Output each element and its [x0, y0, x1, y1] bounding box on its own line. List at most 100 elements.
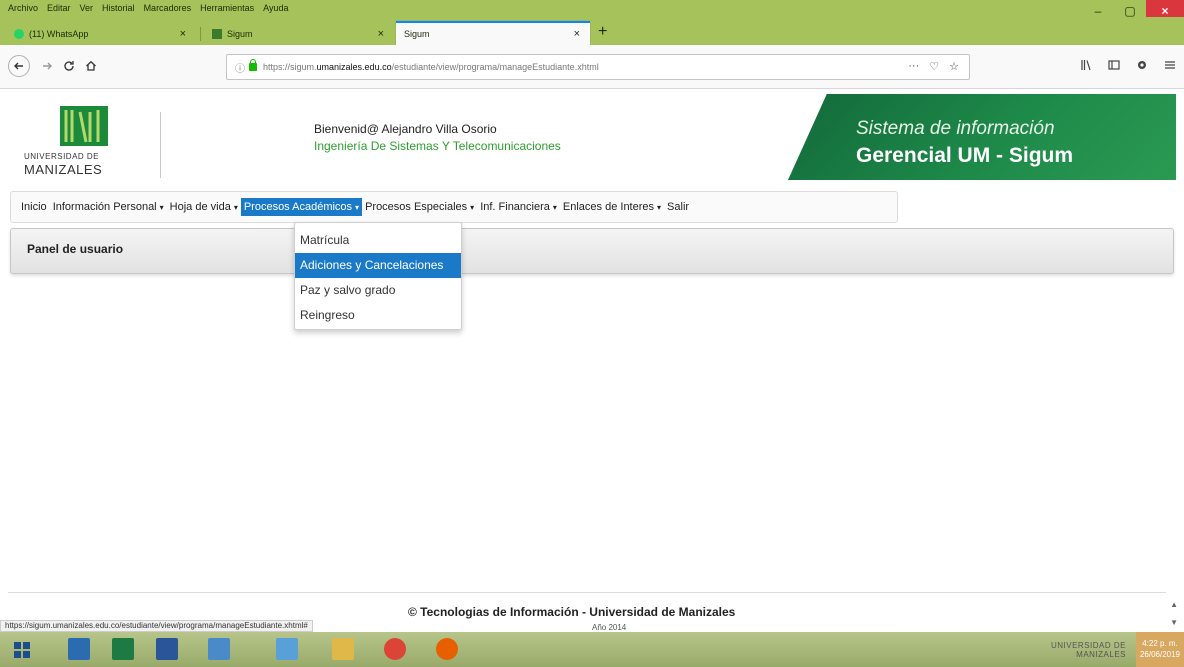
- folder-icon[interactable]: [332, 638, 354, 660]
- menu-hoja-de-vida[interactable]: Hoja de vida ▾: [167, 198, 241, 216]
- close-tab-icon[interactable]: ×: [574, 28, 580, 40]
- browser-menu-bar: Archivo Editar Ver Historial Marcadores …: [8, 3, 288, 13]
- menu-procesos-especiales[interactable]: Procesos Especiales ▾: [362, 198, 477, 216]
- panel-title: Panel de usuario: [27, 242, 124, 256]
- tab-title: Sigum: [227, 29, 253, 39]
- url-prefix: https://sigum.: [263, 62, 317, 72]
- program-name: Ingeniería De Sistemas Y Telecomunicacio…: [314, 139, 561, 153]
- app-icon-2[interactable]: [276, 638, 298, 660]
- logo-text-line1: UNIVERSIDAD DE: [24, 152, 100, 161]
- menu-salir[interactable]: Salir: [664, 198, 692, 216]
- app-icon[interactable]: [208, 638, 230, 660]
- main-menu: Inicio Información Personal ▾ Hoja de vid…: [10, 191, 898, 223]
- page-actions-icon[interactable]: ···: [908, 60, 919, 73]
- caret-down-icon: ▾: [233, 203, 238, 212]
- university-logo[interactable]: UNIVERSIDAD DE MANIZALES: [20, 100, 161, 180]
- windows-taskbar: UNIVERSIDAD DE MANIZALES 4:22 p. m. 26/0…: [0, 632, 1184, 667]
- welcome-text: Bienvenid@ Alejandro Villa Osorio: [314, 122, 497, 136]
- menu-editar[interactable]: Editar: [47, 3, 71, 13]
- scroll-up-icon[interactable]: ▲: [1170, 596, 1178, 614]
- menu-ver[interactable]: Ver: [80, 3, 94, 13]
- taskbar-clock[interactable]: 4:22 p. m. 26/06/2019: [1136, 632, 1184, 667]
- word-icon[interactable]: [156, 638, 178, 660]
- new-tab-button[interactable]: +: [598, 23, 607, 41]
- menu-inicio[interactable]: Inicio: [18, 198, 50, 216]
- sigum-favicon-icon: [212, 29, 222, 39]
- chrome-icon[interactable]: [384, 638, 406, 660]
- clock-time: 4:22 p. m.: [1142, 639, 1178, 648]
- tab-sigum-active[interactable]: Sigum ×: [396, 21, 590, 45]
- home-icon: [86, 60, 96, 71]
- tab-sigum-1[interactable]: Sigum ×: [204, 23, 394, 45]
- bookmark-star-icon[interactable]: ☆: [949, 60, 959, 73]
- tray-logo-line2: MANIZALES: [1076, 649, 1126, 659]
- dropdown-item-reingreso[interactable]: Reingreso: [295, 303, 461, 328]
- dropdown-item-matricula[interactable]: Matrícula: [295, 228, 461, 253]
- caret-down-icon: ▾: [657, 203, 662, 212]
- menu-herramientas[interactable]: Herramientas: [200, 3, 254, 13]
- menu-label: Inicio: [21, 201, 47, 213]
- scroll-down-icon[interactable]: ▼: [1170, 614, 1178, 632]
- clock-date: 26/06/2019: [1139, 650, 1181, 659]
- tab-title: (11) WhatsApp: [29, 29, 89, 39]
- tray-university-logo: UNIVERSIDAD DE MANIZALES: [1051, 641, 1126, 659]
- university-logo-mark: [60, 106, 108, 146]
- url-bar[interactable]: ⓘ https://sigum.umanizales.edu.co/estudi…: [226, 54, 970, 80]
- menu-inf-financiera[interactable]: Inf. Financiera ▾: [477, 198, 560, 216]
- extension-icon[interactable]: [1136, 59, 1148, 71]
- info-icon[interactable]: ⓘ: [235, 60, 245, 75]
- menu-archivo[interactable]: Archivo: [8, 3, 38, 13]
- status-bar-link: https://sigum.umanizales.edu.co/estudian…: [0, 620, 313, 632]
- sidebar-icon[interactable]: [1108, 59, 1120, 71]
- hamburger-menu-icon[interactable]: [1164, 59, 1176, 71]
- menu-informacion-personal[interactable]: Información Personal ▾: [50, 198, 167, 216]
- navigation-bar: ⓘ https://sigum.umanizales.edu.co/estudi…: [0, 45, 1184, 89]
- windows-start-icon[interactable]: [14, 642, 30, 658]
- caret-down-icon: ▾: [355, 203, 360, 212]
- pocket-icon[interactable]: ♡: [929, 60, 939, 73]
- close-tab-icon[interactable]: ×: [378, 28, 384, 40]
- toolbar-icons: [1080, 59, 1176, 71]
- scrollbar[interactable]: ▲ ▼: [1170, 596, 1178, 632]
- back-button[interactable]: [8, 55, 30, 77]
- menu-historial[interactable]: Historial: [102, 3, 135, 13]
- forward-button[interactable]: [36, 55, 58, 77]
- menu-procesos-academicos[interactable]: Procesos Académicos ▾: [240, 198, 363, 216]
- menu-label: Información Personal: [52, 201, 157, 213]
- system-tray: UNIVERSIDAD DE MANIZALES 4:22 p. m. 26/0…: [1051, 632, 1184, 667]
- lock-icon[interactable]: [249, 59, 257, 71]
- menu-label: Inf. Financiera: [480, 201, 550, 213]
- caret-down-icon: ▾: [552, 203, 557, 212]
- menu-ayuda[interactable]: Ayuda: [263, 3, 288, 13]
- tab-whatsapp[interactable]: (11) WhatsApp ×: [6, 23, 196, 45]
- logo-divider: [160, 112, 161, 178]
- menu-label: Hoja de vida: [169, 201, 231, 213]
- menu-marcadores[interactable]: Marcadores: [144, 3, 192, 13]
- back-arrow-icon: [14, 62, 23, 70]
- sigum-banner: Sistema de información Gerencial UM - Si…: [788, 94, 1176, 180]
- reload-button[interactable]: [58, 55, 80, 77]
- dropdown-item-paz-y-salvo[interactable]: Paz y salvo grado: [295, 278, 461, 303]
- menu-label: Salir: [667, 201, 690, 213]
- url-domain: umanizales.edu.co: [316, 62, 392, 72]
- home-button[interactable]: [80, 55, 102, 77]
- browser-title-bar: Archivo Editar Ver Historial Marcadores …: [0, 0, 1184, 22]
- url-actions: ··· ♡ ☆: [908, 60, 959, 73]
- file-explorer-icon[interactable]: [68, 638, 90, 660]
- tab-separator: [200, 27, 201, 41]
- library-icon[interactable]: [1080, 59, 1092, 71]
- caret-down-icon: ▾: [159, 203, 164, 212]
- menu-label: Procesos Especiales: [365, 201, 468, 213]
- procesos-academicos-dropdown: Matrícula Adiciones y Cancelaciones Paz …: [294, 222, 462, 330]
- menu-enlaces-de-interes[interactable]: Enlaces de Interes ▾: [560, 198, 664, 216]
- url-path: /estudiante/view/programa/manageEstudian…: [391, 62, 599, 72]
- menu-label: Procesos Académicos: [243, 201, 353, 213]
- forward-arrow-icon: [43, 62, 52, 70]
- close-tab-icon[interactable]: ×: [180, 28, 186, 40]
- excel-icon[interactable]: [112, 638, 134, 660]
- tray-logo-line1: UNIVERSIDAD DE: [1050, 640, 1126, 650]
- firefox-icon[interactable]: [436, 638, 458, 660]
- whatsapp-icon: [14, 29, 24, 39]
- dropdown-item-adiciones-cancelaciones[interactable]: Adiciones y Cancelaciones: [295, 253, 461, 278]
- footer-year: Año 2014: [592, 623, 627, 632]
